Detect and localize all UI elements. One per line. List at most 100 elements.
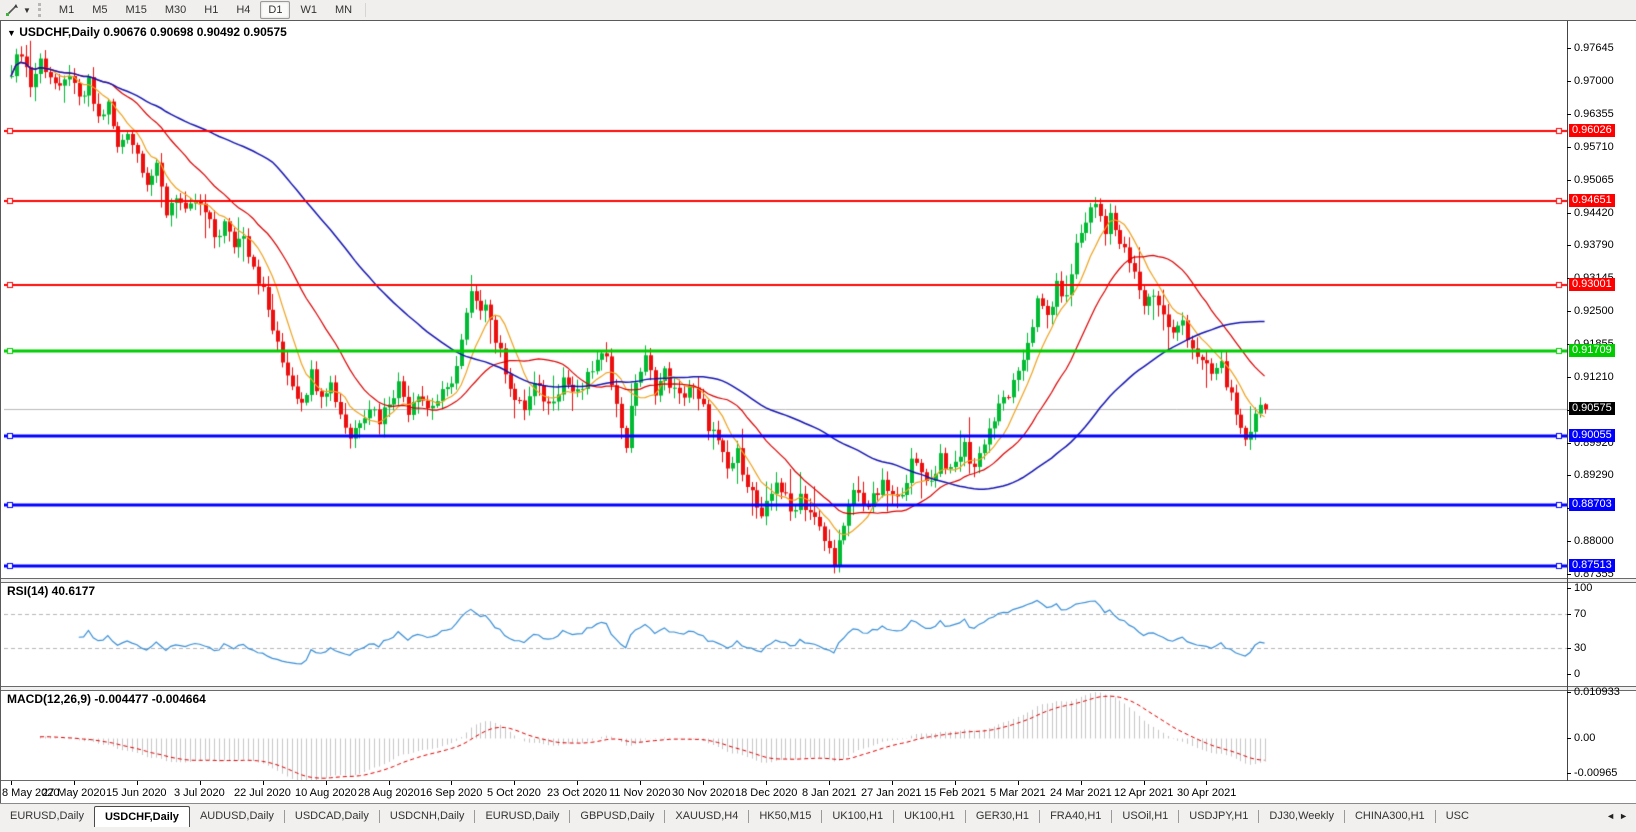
tab-fra40-h1[interactable]: FRA40,H1: [1040, 806, 1111, 827]
date-tick-mark: [137, 781, 138, 785]
timeframe-button-m5[interactable]: M5: [84, 1, 115, 19]
price-chart-canvas[interactable]: [4, 22, 1567, 578]
macd-tick-mark: [1567, 738, 1571, 739]
mt4-window: ▼ M1 M5 M15 M30 H1 H4 D1 W1 MN ▼ USDCHF,Daily 0.…: [0, 0, 1636, 832]
tab-china300-h1[interactable]: CHINA300,H1: [1345, 806, 1435, 827]
date-axis[interactable]: 8 May 2020 27 May 2020 15 Jun 2020 3 Jul 20…: [1, 781, 1567, 804]
macd-tick-label: 0.00: [1574, 732, 1596, 744]
toolbar-grip: [37, 3, 46, 17]
hline-price-label: 0.94651: [1569, 194, 1615, 207]
tab-usdcad-daily[interactable]: USDCAD,Daily: [285, 806, 379, 827]
tab-gbpusd-daily[interactable]: GBPUSD,Daily: [570, 806, 664, 827]
macd-indicator-canvas[interactable]: [4, 689, 1567, 780]
date-label: 12 Apr 2021: [1114, 787, 1174, 799]
date-tick-mark: [11, 781, 12, 785]
date-tick-mark: [326, 781, 327, 785]
date-label: 27 May 2020: [42, 787, 106, 799]
date-label: 16 Sep 2020: [420, 787, 483, 799]
date-label: 5 Oct 2020: [487, 787, 541, 799]
date-tick-mark: [577, 781, 578, 785]
price-tick-label: 0.95065: [1574, 174, 1614, 186]
date-label: 5 Mar 2021: [990, 787, 1046, 799]
hline-price-label: 0.90055: [1569, 429, 1615, 442]
tab-hk50-m15[interactable]: HK50,M15: [749, 806, 821, 827]
date-label: 27 Jan 2021: [861, 787, 922, 799]
price-tick-mark: [1567, 81, 1571, 82]
panel-separator[interactable]: [1, 578, 1636, 583]
date-tick-mark: [829, 781, 830, 785]
hline-price-label: 0.91709: [1569, 344, 1615, 357]
rsi-tick-label: 30: [1574, 642, 1587, 654]
tab-usoil-h1[interactable]: USOil,H1: [1112, 806, 1178, 827]
tab-usc[interactable]: USC: [1436, 806, 1479, 827]
tab-usdchf-daily[interactable]: USDCHF,Daily: [93, 806, 190, 827]
date-label: 23 Oct 2020: [547, 787, 607, 799]
date-tick-mark: [74, 781, 75, 785]
date-tick-mark: [766, 781, 767, 785]
tabs-scroll-left-icon[interactable]: ◄: [1606, 811, 1619, 821]
price-tick-label: 0.94420: [1574, 207, 1614, 219]
rsi-indicator-canvas[interactable]: [4, 581, 1567, 686]
date-tick-mark: [451, 781, 452, 785]
chart-collapse-icon[interactable]: ▼: [7, 28, 16, 38]
toolbar-separator: [365, 3, 367, 17]
hline-price-label: 0.88703: [1569, 498, 1615, 511]
tab-usdjpy-h1[interactable]: USDJPY,H1: [1179, 806, 1258, 827]
price-tick-label: 0.91210: [1574, 371, 1614, 383]
price-tick-label: 0.95710: [1574, 141, 1614, 153]
chart-tool-caret-icon[interactable]: ▼: [23, 6, 31, 15]
timeframe-button-h1[interactable]: H1: [196, 1, 226, 19]
timeframe-button-m15[interactable]: M15: [117, 1, 154, 19]
rsi-label: RSI(14) 40.6177: [7, 584, 96, 598]
date-label: 18 Dec 2020: [735, 787, 798, 799]
price-tick-mark: [1567, 475, 1571, 476]
macd-tick-label: 0.010933: [1574, 686, 1620, 698]
timeframe-button-m1[interactable]: M1: [51, 1, 82, 19]
timeframe-button-m30[interactable]: M30: [157, 1, 194, 19]
date-label: 28 Aug 2020: [358, 787, 420, 799]
tabs-scroll-right-icon[interactable]: ►: [1619, 811, 1632, 821]
date-label: 24 Mar 2021: [1050, 787, 1112, 799]
date-tick-mark: [263, 781, 264, 785]
timeframe-button-d1[interactable]: D1: [260, 1, 291, 19]
date-tick-mark: [1018, 781, 1019, 785]
timeframe-button-h4[interactable]: H4: [228, 1, 258, 19]
price-tick-mark: [1567, 147, 1571, 148]
date-label: 3 Jul 2020: [174, 787, 225, 799]
hline-price-label: 0.93001: [1569, 278, 1615, 291]
tab-uk100-h1[interactable]: UK100,H1: [894, 806, 965, 827]
price-tick-label: 0.89290: [1574, 469, 1614, 481]
panel-separator[interactable]: [1, 686, 1636, 691]
date-tick-mark: [1144, 781, 1145, 785]
price-tick-mark: [1567, 245, 1571, 246]
tab-uk100-h1[interactable]: UK100,H1: [822, 806, 893, 827]
timeframe-button-mn[interactable]: MN: [327, 1, 360, 19]
date-label: 8 Jan 2021: [802, 787, 857, 799]
tab-eurusd-daily[interactable]: EURUSD,Daily: [0, 806, 94, 827]
tab-xauusd-h4[interactable]: XAUUSD,H4: [665, 806, 748, 827]
date-tick-mark: [955, 781, 956, 785]
rsi-tick-mark: [1567, 614, 1571, 615]
macd-tick-label: -0.00965: [1574, 767, 1618, 779]
chart-title: ▼ USDCHF,Daily 0.90676 0.90698 0.90492 0…: [7, 25, 287, 39]
timeframe-toolbar: ▼ M1 M5 M15 M30 H1 H4 D1 W1 MN: [0, 0, 1636, 21]
tab-audusd-daily[interactable]: AUDUSD,Daily: [190, 806, 284, 827]
price-tick-label: 0.97000: [1574, 75, 1614, 87]
tab-dj30-weekly[interactable]: DJ30,Weekly: [1259, 806, 1344, 827]
rsi-tick-label: 70: [1574, 608, 1587, 620]
tab-eurusd-daily[interactable]: EURUSD,Daily: [475, 806, 569, 827]
price-tick-mark: [1567, 377, 1571, 378]
date-label: 22 Jul 2020: [234, 787, 291, 799]
price-tick-mark: [1567, 541, 1571, 542]
timeframe-button-w1[interactable]: W1: [292, 1, 325, 19]
date-label: 30 Apr 2021: [1177, 787, 1237, 799]
price-tick-label: 0.96355: [1574, 108, 1614, 120]
price-tick-mark: [1567, 180, 1571, 181]
chart-tool-icon[interactable]: [2, 2, 22, 18]
date-label: 10 Aug 2020: [295, 787, 357, 799]
tab-ger30-h1[interactable]: GER30,H1: [966, 806, 1039, 827]
rsi-tick-label: 100: [1574, 582, 1593, 594]
tab-usdcnh-daily[interactable]: USDCNH,Daily: [380, 806, 475, 827]
date-label: 30 Nov 2020: [672, 787, 735, 799]
price-tick-label: 0.92500: [1574, 305, 1614, 317]
